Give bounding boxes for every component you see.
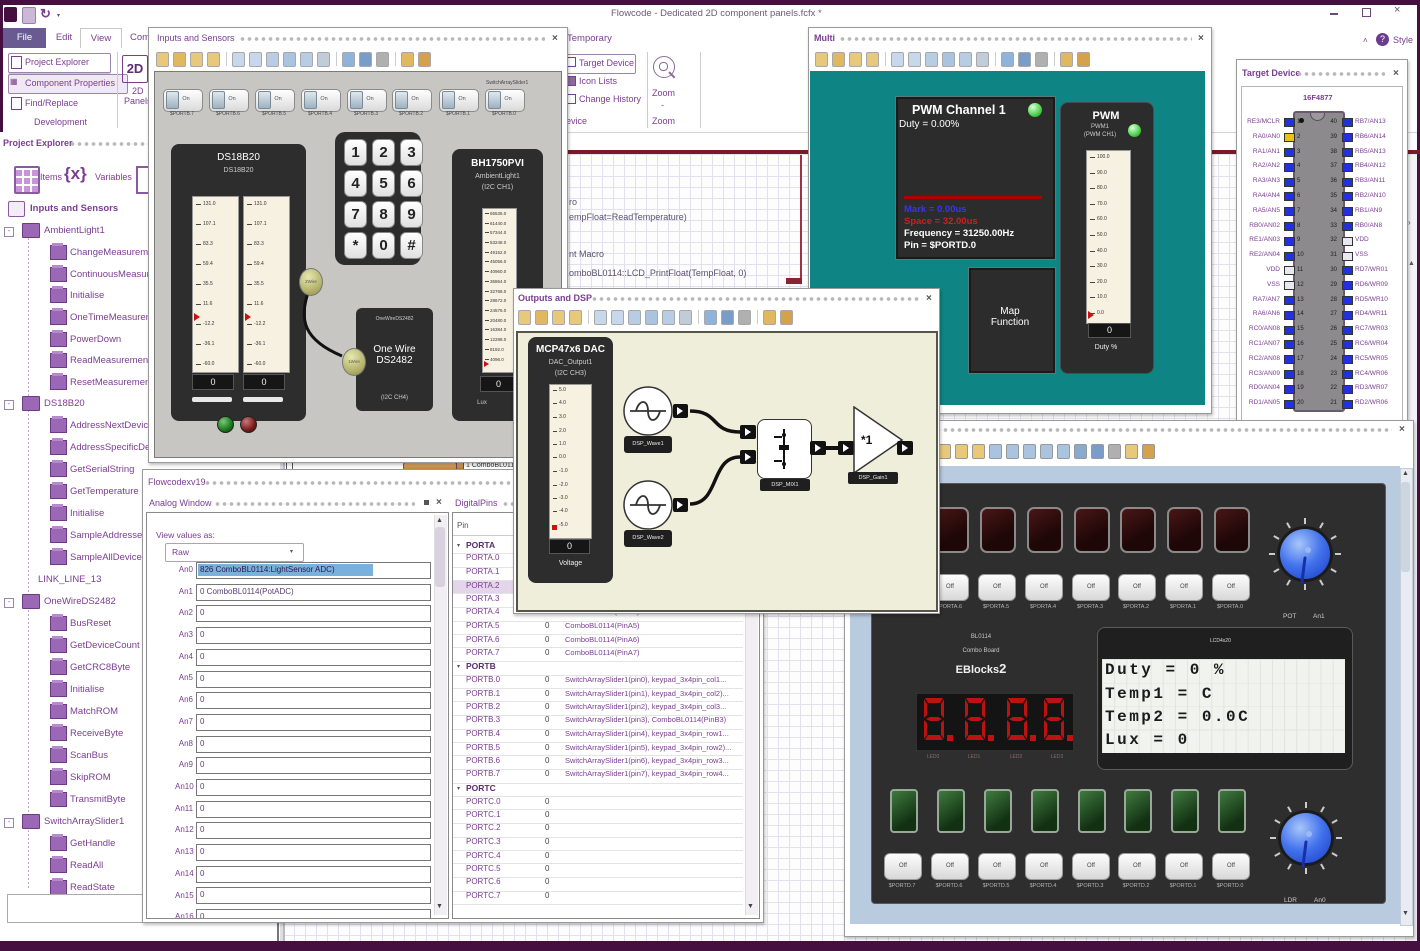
- svg-text:*1: *1: [861, 433, 873, 447]
